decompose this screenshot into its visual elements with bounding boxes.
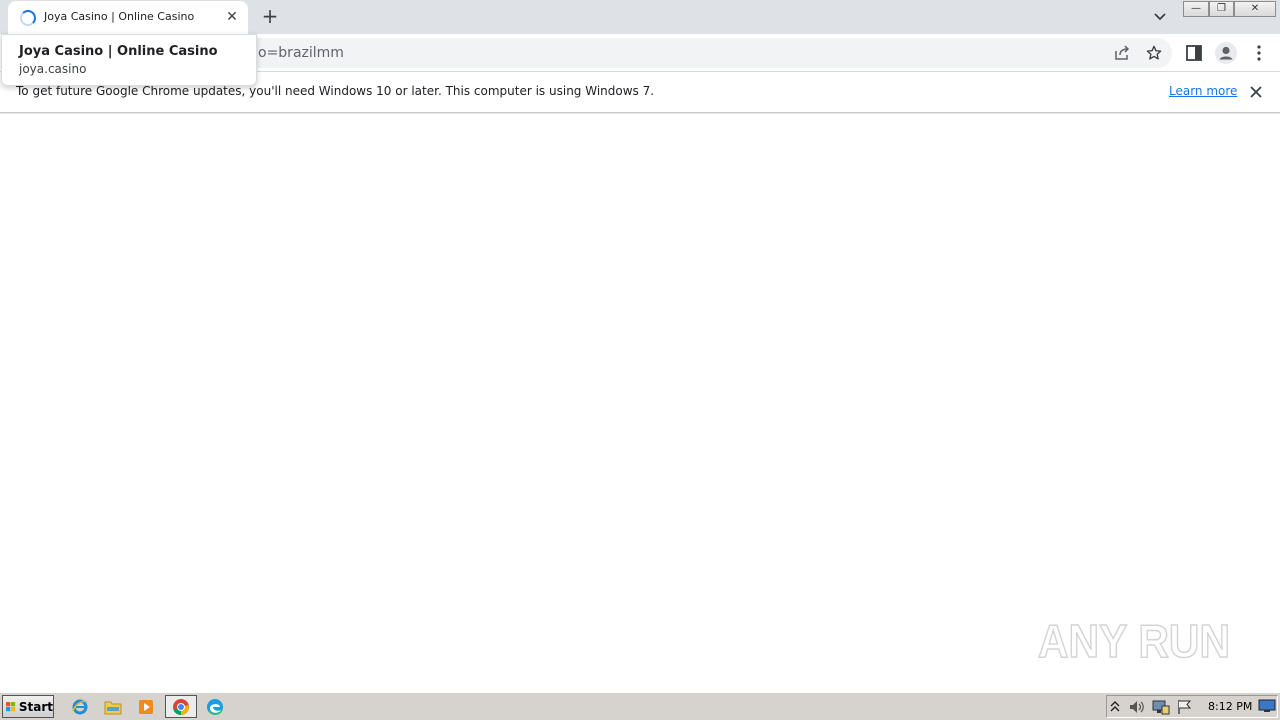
tab-search-icon[interactable] xyxy=(1150,8,1170,26)
windows-flag-icon xyxy=(6,701,16,711)
hover-card-domain: joya.casino xyxy=(19,62,87,76)
learn-more-link[interactable]: Learn more xyxy=(1169,84,1237,98)
action-center-flag-icon[interactable] xyxy=(1176,699,1194,715)
address-bar-text: o=brazilmm xyxy=(258,45,344,61)
side-panel-icon[interactable] xyxy=(1185,44,1203,62)
ie-icon xyxy=(72,699,88,714)
bookmark-star-icon[interactable] xyxy=(1145,45,1163,61)
new-tab-icon[interactable]: + xyxy=(258,5,282,29)
taskbar: Start 8:12 PM xyxy=(0,692,1280,720)
share-icon[interactable] xyxy=(1113,45,1131,61)
tab-close-icon[interactable]: ✕ xyxy=(224,9,240,25)
tab-strip: Joya Casino | Online Casino ✕ + — ❐ ✕ xyxy=(0,0,1280,34)
browser-tab[interactable]: Joya Casino | Online Casino ✕ xyxy=(8,1,248,34)
infobar-message: To get future Google Chrome updates, you… xyxy=(16,84,655,98)
clock: 8:12 PM xyxy=(1208,700,1253,713)
hover-card-title: Joya Casino | Online Casino xyxy=(19,44,218,59)
chrome-icon xyxy=(173,698,189,715)
taskbar-edge[interactable] xyxy=(201,695,229,718)
loading-spinner-icon xyxy=(20,10,36,26)
taskbar-ie[interactable] xyxy=(66,695,94,718)
start-button[interactable]: Start xyxy=(2,695,54,718)
close-icon[interactable] xyxy=(1248,84,1264,100)
tab-hover-card: Joya Casino | Online Casino joya.casino xyxy=(1,34,257,86)
tab-title: Joya Casino | Online Casino xyxy=(44,10,195,23)
menu-dots-icon[interactable] xyxy=(1250,44,1268,62)
watermark-text: ANY RUN xyxy=(1038,615,1230,667)
volume-icon[interactable] xyxy=(1128,699,1146,715)
explorer-icon xyxy=(104,701,122,714)
address-bar[interactable]: o=brazilmm xyxy=(120,38,1172,68)
restore-button[interactable]: ❐ xyxy=(1209,1,1234,17)
edge-icon xyxy=(207,698,223,715)
media-player-icon xyxy=(139,699,153,714)
taskbar-explorer[interactable] xyxy=(99,695,127,718)
taskbar-chrome[interactable] xyxy=(165,695,197,718)
window-close-button[interactable]: ✕ xyxy=(1234,1,1276,17)
start-label: Start xyxy=(18,699,53,714)
minimize-button[interactable]: — xyxy=(1183,1,1209,17)
anyrun-watermark: ANY RUN xyxy=(1037,614,1231,668)
show-desktop-icon[interactable] xyxy=(1258,699,1276,713)
profile-icon[interactable] xyxy=(1215,42,1237,64)
page-content xyxy=(0,114,1280,690)
taskbar-media-player[interactable] xyxy=(132,695,160,718)
tray-arrow-icon[interactable] xyxy=(1110,701,1120,713)
network-icon[interactable] xyxy=(1152,699,1170,715)
